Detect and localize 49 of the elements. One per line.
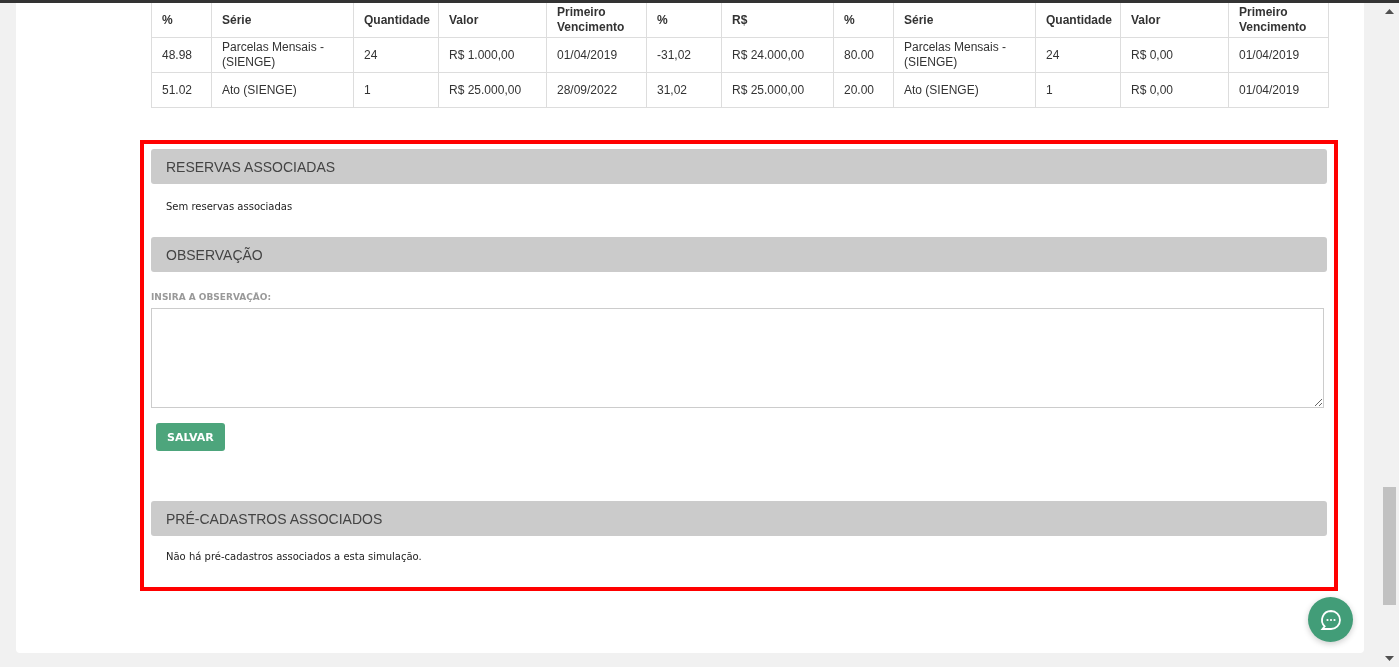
scroll-down-icon[interactable]	[1385, 656, 1394, 661]
chat-bubble-icon	[1318, 607, 1343, 632]
empty-message: Não há pré-cadastros associados a esta simulação.	[165, 550, 423, 562]
table-cell: R$ 25.000,00	[438, 72, 547, 108]
scrollbar-thumb[interactable]	[1383, 487, 1396, 605]
column-header: %	[151, 3, 212, 38]
column-header: Quantidade	[1035, 3, 1121, 38]
section-title: OBSERVAÇÃO	[166, 246, 263, 263]
column-header: %	[646, 3, 722, 38]
table-cell: 51.02	[151, 72, 212, 108]
table-cell: R$ 0,00	[1120, 37, 1229, 73]
column-header: Série	[211, 3, 354, 38]
table-cell: 28/09/2022	[546, 72, 647, 108]
column-header: Primeiro Vencimento	[1228, 3, 1329, 38]
table-cell: R$ 0,00	[1120, 72, 1229, 108]
table-cell: 01/04/2019	[546, 37, 647, 73]
table-cell: 1	[353, 72, 439, 108]
section-title: PRÉ-CADASTROS ASSOCIADOS	[166, 510, 383, 527]
column-header: %	[833, 3, 894, 38]
table-cell: R$ 24.000,00	[721, 37, 834, 73]
section-title: RESERVAS ASSOCIADAS	[166, 158, 336, 175]
observation-field[interactable]	[151, 308, 1324, 408]
table-cell: 20.00	[833, 72, 894, 108]
field-label: INSIRA A OBSERVAÇÃO:	[151, 292, 273, 302]
column-header: Primeiro Vencimento	[546, 3, 647, 38]
table-cell: 01/04/2019	[1228, 37, 1329, 73]
table-cell: 31,02	[646, 72, 722, 108]
column-header: Valor	[1120, 3, 1229, 38]
scroll-up-icon[interactable]	[1385, 9, 1394, 14]
column-header: Valor	[438, 3, 547, 38]
table-cell: 80.00	[833, 37, 894, 73]
table-cell: 24	[353, 37, 439, 73]
table-cell: Ato (SIENGE)	[893, 72, 1036, 108]
chat-button[interactable]	[1308, 597, 1353, 642]
column-header: Quantidade	[353, 3, 439, 38]
table-cell: Parcelas Mensais - (SIENGE)	[211, 37, 354, 73]
column-header: R$	[721, 3, 834, 38]
table-cell: R$ 1.000,00	[438, 37, 547, 73]
empty-message: Sem reservas associadas	[165, 200, 294, 214]
save-button[interactable]: SALVAR	[156, 423, 225, 451]
table-cell: 24	[1035, 37, 1121, 73]
table-cell: 48.98	[151, 37, 212, 73]
table-cell: R$ 25.000,00	[721, 72, 834, 108]
table-cell: Parcelas Mensais - (SIENGE)	[893, 37, 1036, 73]
table-cell: 01/04/2019	[1228, 72, 1329, 108]
table-cell: 1	[1035, 72, 1121, 108]
table-cell: Ato (SIENGE)	[211, 72, 354, 108]
column-header: Série	[893, 3, 1036, 38]
table-cell: -31,02	[646, 37, 722, 73]
